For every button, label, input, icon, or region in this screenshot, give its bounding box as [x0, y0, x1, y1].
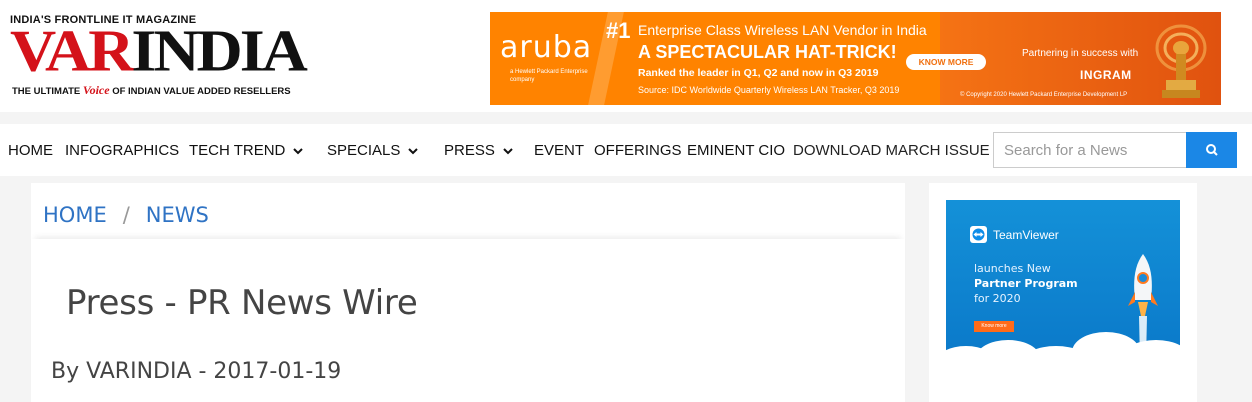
clouds-decoration	[946, 332, 1180, 372]
ad-partner-logo: INGRAM	[1080, 68, 1132, 82]
logo-sub-voice: Voice	[82, 83, 110, 97]
nav-item-label: PRESS	[444, 142, 495, 159]
page: INDIA'S FRONTLINE IT MAGAZINE VARINDIA T…	[0, 0, 1252, 402]
teamviewer-logo: TeamViewer	[970, 226, 1059, 243]
breadcrumb-news-link[interactable]: NEWS	[146, 203, 209, 227]
chevron-down-icon	[293, 147, 304, 154]
side-ad-line2: Partner Program	[974, 277, 1078, 290]
ad-line4: Source: IDC Worldwide Quarterly Wireless…	[638, 85, 900, 95]
search-input[interactable]	[993, 132, 1187, 168]
search-icon	[1205, 144, 1218, 156]
nav-item-label: EVENT	[534, 142, 585, 159]
nav-item-offerings[interactable]: OFFERINGS	[594, 142, 682, 159]
site-header: INDIA'S FRONTLINE IT MAGAZINE VARINDIA T…	[0, 0, 1252, 112]
nav-item-label: INFOGRAPHICS	[65, 142, 180, 159]
article-card: Press - PR News Wire By VARINDIA - 2017-…	[31, 239, 905, 402]
nav-item-home[interactable]: HOME	[8, 142, 53, 159]
side-ad-line1: launches New	[974, 262, 1051, 275]
logo-var: VAR	[10, 18, 134, 84]
ad-brand: aruba	[500, 30, 593, 65]
nav-item-label: SPECIALS	[327, 142, 401, 159]
nav-item-eminent-cio[interactable]: EMINENT CIO	[687, 142, 785, 159]
sidebar: TeamViewer launches New Partner Program …	[929, 183, 1197, 402]
logo-sub-post: OF INDIAN VALUE ADDED RESELLERS	[109, 86, 291, 97]
nav-item-label: OFFERINGS	[594, 142, 682, 159]
breadcrumb-separator: /	[122, 203, 130, 227]
nav-item-label: EMINENT CIO	[687, 142, 786, 159]
nav-item-press[interactable]: PRESS	[444, 142, 515, 159]
logo-wordmark: VARINDIA	[10, 18, 308, 84]
chevron-down-icon	[408, 147, 419, 154]
ad-line1: Enterprise Class Wireless LAN Vendor in …	[638, 22, 927, 38]
page-title: Press - PR News Wire	[66, 283, 418, 323]
nav-item-event[interactable]: EVENT	[534, 142, 584, 159]
nav-item-specials[interactable]: SPECIALS	[327, 142, 420, 159]
ad-line2: A SPECTACULAR HAT-TRICK!	[638, 42, 897, 62]
nav-item-label: DOWNLOAD MARCH ISSUE	[793, 142, 990, 159]
article-byline: By VARINDIA - 2017-01-19	[51, 359, 342, 384]
ad-know-more-button[interactable]: KNOW MORE	[906, 54, 986, 70]
ad-line3: Ranked the leader in Q1, Q2 and now in Q…	[638, 67, 879, 79]
side-ad-line3: for 2020	[974, 292, 1021, 305]
ad-brand-sub: a Hewlett Packard Enterprise company	[510, 69, 588, 83]
logo-subline: THE ULTIMATE Voice OF INDIAN VALUE ADDED…	[12, 83, 291, 98]
breadcrumb: HOME / NEWS	[43, 203, 209, 227]
nav-item-label: TECH TREND	[189, 142, 286, 159]
ad-partner-text: Partnering in success with	[1022, 48, 1139, 59]
teamviewer-icon	[970, 226, 987, 243]
nav-item-tech-trend[interactable]: TECH TREND	[189, 142, 305, 159]
chevron-down-icon	[503, 147, 513, 154]
sidebar-ad[interactable]: TeamViewer launches New Partner Program …	[946, 200, 1180, 372]
logo-india: INDIA	[131, 18, 307, 84]
trophy-icon	[1155, 24, 1207, 98]
teamviewer-brand: TeamViewer	[993, 227, 1059, 242]
ad-copyright: © Copyright 2020 Hewlett Packard Enterpr…	[960, 92, 1128, 98]
nav-item-download-march-issue[interactable]: DOWNLOAD MARCH ISSUE	[793, 142, 990, 159]
nav-item-infographics[interactable]: INFOGRAPHICS	[65, 142, 179, 159]
main-content: HOME / NEWS Press - PR News Wire By VARI…	[31, 183, 905, 402]
top-banner-ad[interactable]: aruba a Hewlett Packard Enterprise compa…	[490, 12, 1221, 105]
ad-rank: #1	[606, 18, 631, 43]
breadcrumb-home-link[interactable]: HOME	[43, 203, 107, 227]
site-logo[interactable]: INDIA'S FRONTLINE IT MAGAZINE VARINDIA T…	[10, 14, 308, 98]
logo-sub-pre: THE ULTIMATE	[12, 86, 83, 97]
nav-item-label: HOME	[8, 142, 53, 159]
search-button[interactable]	[1186, 132, 1237, 168]
